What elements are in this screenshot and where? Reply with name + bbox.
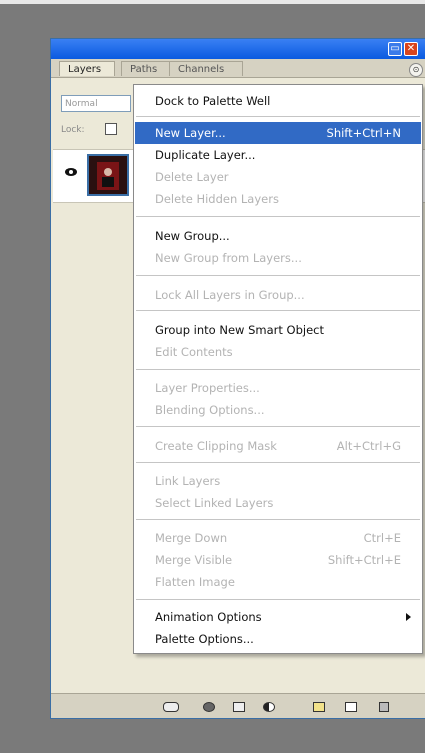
- menu-item-lock-all-layers[interactable]: Lock All Layers in Group...: [135, 284, 421, 306]
- palette-titlebar[interactable]: ▭ ✕: [51, 39, 425, 59]
- menu-item-duplicate-layer[interactable]: Duplicate Layer...: [135, 144, 421, 166]
- menu-item-group-smart-object[interactable]: Group into New Smart Object: [135, 319, 421, 341]
- menu-item-flatten-image[interactable]: Flatten Image: [135, 571, 421, 593]
- tab-layers[interactable]: Layers: [59, 61, 115, 76]
- menu-item-link-layers[interactable]: Link Layers: [135, 470, 421, 492]
- menu-item-label: Create Clipping Mask: [155, 439, 277, 453]
- menu-item-label: Edit Contents: [155, 345, 233, 359]
- new-group-icon[interactable]: [313, 702, 325, 712]
- menu-item-label: New Group from Layers...: [155, 251, 302, 265]
- menu-item-animation-options[interactable]: Animation Options: [135, 606, 421, 628]
- menu-item-label: Blending Options...: [155, 403, 265, 417]
- menu-item-new-group[interactable]: New Group...: [135, 225, 421, 247]
- menu-item-delete-hidden-layers[interactable]: Delete Hidden Layers: [135, 188, 421, 210]
- blend-mode-select[interactable]: Normal: [61, 95, 131, 112]
- menu-item-palette-options[interactable]: Palette Options...: [135, 628, 421, 650]
- menu-separator: [136, 116, 420, 117]
- menu-item-edit-contents[interactable]: Edit Contents: [135, 341, 421, 363]
- menu-item-label: Duplicate Layer...: [155, 148, 256, 162]
- menu-item-label: Delete Hidden Layers: [155, 192, 279, 206]
- palette-bottom-bar: [51, 693, 425, 718]
- new-layer-icon[interactable]: [345, 702, 357, 712]
- menu-item-label: Group into New Smart Object: [155, 323, 324, 337]
- eye-icon[interactable]: [65, 168, 77, 176]
- desktop-background: [0, 0, 425, 4]
- menu-item-label: Lock All Layers in Group...: [155, 288, 305, 302]
- menu-item-label: New Group...: [155, 229, 230, 243]
- adjustment-layer-icon[interactable]: [263, 702, 275, 712]
- close-icon[interactable]: ✕: [404, 42, 418, 56]
- delete-layer-icon[interactable]: [379, 702, 389, 712]
- lock-transparency-checkbox[interactable]: [105, 123, 117, 135]
- menu-item-label: Delete Layer: [155, 170, 229, 184]
- menu-separator: [136, 369, 420, 370]
- menu-item-label: New Layer...: [155, 126, 226, 140]
- menu-item-label: Layer Properties...: [155, 381, 260, 395]
- menu-item-select-linked-layers[interactable]: Select Linked Layers: [135, 492, 421, 514]
- menu-item-merge-visible[interactable]: Merge Visible Shift+Ctrl+E: [135, 549, 421, 571]
- menu-item-shortcut: Ctrl+E: [363, 531, 401, 545]
- menu-item-delete-layer[interactable]: Delete Layer: [135, 166, 421, 188]
- layers-context-menu: Dock to Palette Well New Layer... Shift+…: [133, 84, 423, 654]
- menu-item-label: Palette Options...: [155, 632, 254, 646]
- menu-item-new-group-from-layers[interactable]: New Group from Layers...: [135, 247, 421, 269]
- menu-separator: [136, 275, 420, 276]
- layer-thumbnail: [87, 154, 129, 196]
- link-layers-icon[interactable]: [163, 702, 179, 712]
- menu-separator: [136, 599, 420, 600]
- menu-item-layer-properties[interactable]: Layer Properties...: [135, 377, 421, 399]
- palette-menu-icon[interactable]: ⊙: [409, 63, 423, 77]
- menu-item-shortcut: Alt+Ctrl+G: [336, 439, 401, 453]
- menu-separator: [136, 462, 420, 463]
- tab-channels[interactable]: Channels: [169, 61, 243, 76]
- layer-style-icon[interactable]: [203, 702, 215, 712]
- menu-item-merge-down[interactable]: Merge Down Ctrl+E: [135, 527, 421, 549]
- menu-item-shortcut: Shift+Ctrl+N: [326, 126, 401, 140]
- menu-separator: [136, 310, 420, 311]
- chevron-right-icon: [406, 613, 411, 621]
- menu-item-label: Dock to Palette Well: [155, 94, 271, 108]
- menu-separator: [136, 426, 420, 427]
- tab-paths[interactable]: Paths: [121, 61, 171, 76]
- menu-item-label: Select Linked Layers: [155, 496, 274, 510]
- menu-item-create-clipping-mask[interactable]: Create Clipping Mask Alt+Ctrl+G: [135, 435, 421, 457]
- menu-item-label: Animation Options: [155, 610, 262, 624]
- menu-item-label: Flatten Image: [155, 575, 235, 589]
- menu-item-label: Merge Down: [155, 531, 228, 545]
- thumbnail-image: [97, 162, 119, 190]
- menu-item-shortcut: Shift+Ctrl+E: [327, 553, 401, 567]
- menu-item-label: Merge Visible: [155, 553, 233, 567]
- menu-item-label: Link Layers: [155, 474, 221, 488]
- lock-label: Lock:: [61, 125, 85, 135]
- minimize-icon[interactable]: ▭: [388, 42, 402, 56]
- menu-separator: [136, 519, 420, 520]
- palette-tabbar: Layers Paths Channels: [51, 59, 425, 78]
- add-mask-icon[interactable]: [233, 702, 245, 712]
- menu-item-new-layer[interactable]: New Layer... Shift+Ctrl+N: [135, 122, 421, 144]
- menu-item-dock-to-palette-well[interactable]: Dock to Palette Well: [135, 90, 421, 112]
- menu-item-blending-options[interactable]: Blending Options...: [135, 399, 421, 421]
- menu-separator: [136, 216, 420, 217]
